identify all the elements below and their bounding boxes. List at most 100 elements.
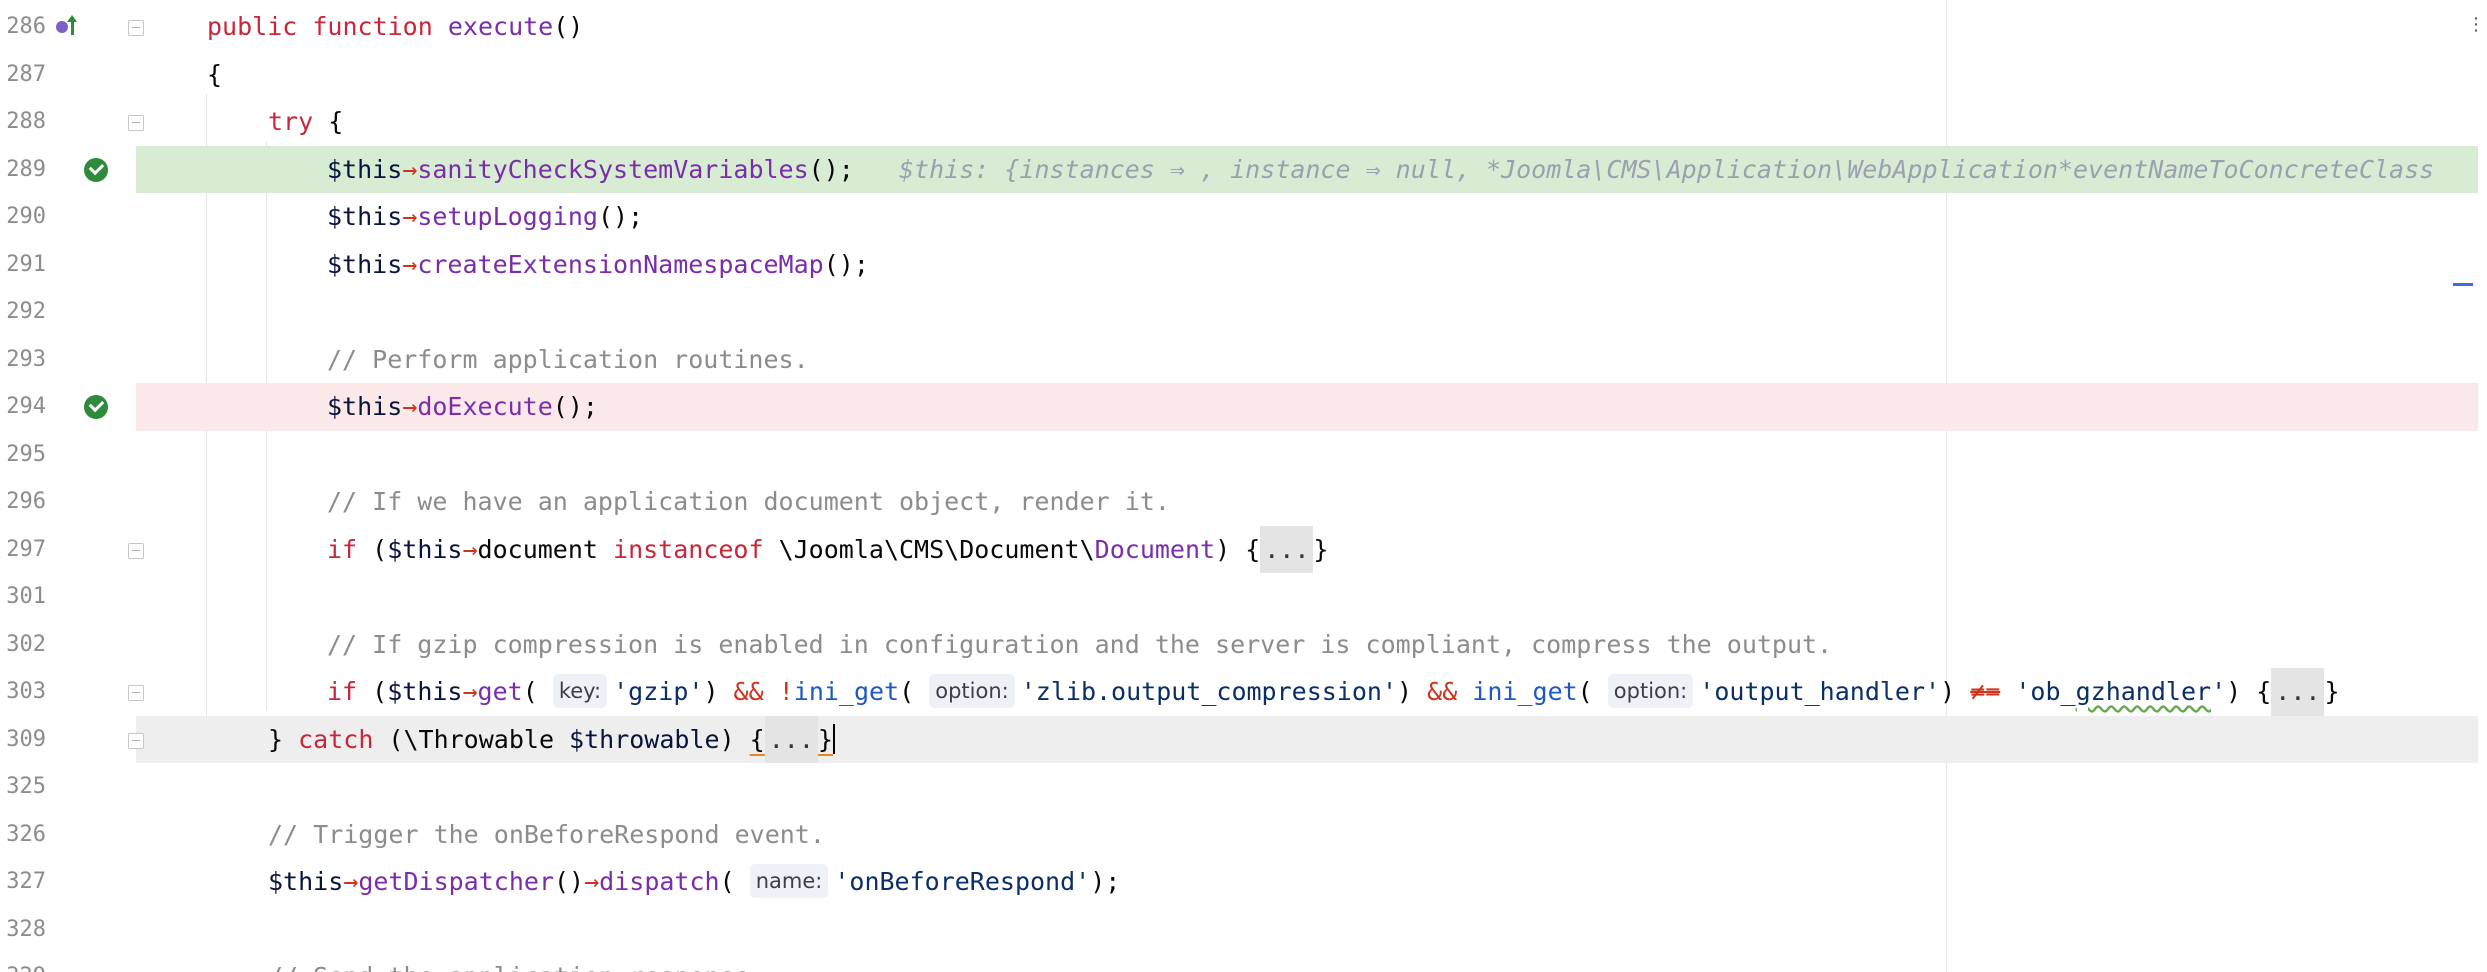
code-line[interactable]: 302 // If gzip compression is enabled in … — [0, 621, 2478, 669]
code-text[interactable]: if ($this→get( key:'gzip') && !ini_get( … — [327, 668, 2340, 716]
code-text[interactable]: } catch (\Throwable $throwable) {...} — [268, 715, 835, 763]
line-number[interactable]: 286 — [0, 3, 46, 51]
code-token: (\Throwable — [373, 724, 570, 754]
line-number[interactable]: 292 — [0, 288, 46, 336]
breakpoint-verified-icon[interactable] — [84, 395, 108, 419]
code-line[interactable]: 286 public function execute() — [0, 3, 2478, 51]
line-number[interactable]: 309 — [0, 716, 46, 764]
code-token: ( — [357, 677, 388, 706]
code-line[interactable]: 291 $this→createExtensionNamespaceMap(); — [0, 241, 2478, 289]
code-token: ( — [1577, 677, 1608, 706]
fold-toggle-icon[interactable] — [128, 20, 144, 36]
code-token: () — [554, 867, 585, 896]
code-token: ≠= — [1970, 677, 2001, 706]
fold-toggle-icon[interactable] — [128, 115, 144, 131]
code-line[interactable]: 325 — [0, 763, 2478, 811]
code-line[interactable]: 326 // Trigger the onBeforeRespond event. — [0, 811, 2478, 859]
line-number[interactable]: 289 — [0, 146, 46, 194]
code-line[interactable]: 290 $this→setupLogging(); — [0, 193, 2478, 241]
line-number[interactable]: 291 — [0, 241, 46, 289]
code-text[interactable]: // Perform application routines. — [327, 336, 809, 384]
line-number[interactable]: 302 — [0, 621, 46, 669]
line-number[interactable]: 296 — [0, 478, 46, 526]
line-number[interactable]: 293 — [0, 336, 46, 384]
folded-region[interactable]: ... — [764, 715, 818, 763]
interface-dot-icon — [56, 21, 68, 33]
code-line[interactable]: 303 if ($this→get( key:'gzip') && !ini_ge… — [0, 668, 2478, 716]
code-text[interactable]: $this→setupLogging(); — [327, 193, 643, 241]
folded-region[interactable]: ... — [2271, 668, 2325, 716]
code-line[interactable]: 287 { — [0, 51, 2478, 99]
code-text[interactable]: // Send the application response. — [268, 953, 765, 972]
code-line[interactable]: 289 $this→sanityCheckSystemVariables(); $… — [0, 145, 2478, 194]
code-line[interactable]: 293 // Perform application routines. — [0, 336, 2478, 384]
code-line[interactable]: 329 // Send the application response. — [0, 953, 2478, 972]
line-number[interactable]: 303 — [0, 668, 46, 716]
code-line[interactable]: 327 $this→getDispatcher()→dispatch( name:… — [0, 858, 2478, 906]
code-text[interactable]: // If we have an application document ob… — [327, 478, 1170, 526]
breakpoint-verified-icon[interactable] — [84, 157, 108, 182]
code-line[interactable]: 295 — [0, 431, 2478, 479]
code-line[interactable]: 309 } catch (\Throwable $throwable) {...} — [0, 715, 2478, 764]
code-line[interactable]: 328 — [0, 906, 2478, 954]
code-text[interactable]: if ($this→document instanceof \Joomla\CM… — [327, 525, 1328, 573]
code-text[interactable]: public function execute() — [207, 3, 583, 51]
code-line[interactable]: 296 // If we have an application document… — [0, 478, 2478, 526]
line-number[interactable]: 290 — [0, 193, 46, 241]
fold-toggle-icon[interactable] — [128, 732, 144, 749]
line-highlight — [136, 51, 2478, 99]
code-token: 'zlib.output_compression' — [1020, 677, 1398, 706]
code-text[interactable]: $this→doExecute(); — [327, 383, 598, 431]
line-number[interactable]: 288 — [0, 98, 46, 146]
code-token: Document — [1094, 534, 1216, 564]
code-token: 'onBeforeRespond' — [834, 867, 1091, 896]
folded-region[interactable]: ... — [1260, 525, 1314, 573]
line-number[interactable]: 325 — [0, 763, 46, 811]
code-line[interactable]: 297 if ($this→document instanceof \Joomla… — [0, 525, 2478, 574]
code-token: { — [207, 59, 223, 89]
fold-toggle-icon[interactable] — [128, 685, 144, 701]
code-line[interactable]: 292 — [0, 288, 2478, 336]
line-number[interactable]: 295 — [0, 431, 46, 479]
line-number[interactable]: 329 — [0, 953, 46, 972]
code-token: ) — [1397, 677, 1428, 706]
parameter-hint: name: — [749, 864, 829, 898]
code-token: → — [462, 677, 478, 706]
line-number[interactable]: 297 — [0, 526, 46, 574]
line-number[interactable]: 328 — [0, 906, 46, 954]
fold-toggle-icon[interactable] — [128, 542, 144, 559]
code-text[interactable]: $this→sanityCheckSystemVariables(); $thi… — [327, 146, 2434, 194]
code-token: ini_get — [793, 677, 900, 706]
code-text[interactable]: // Trigger the onBeforeRespond event. — [268, 811, 825, 859]
code-token: () — [553, 12, 584, 41]
code-token: catch — [298, 724, 374, 754]
implements-method-icon[interactable] — [56, 15, 82, 37]
code-token: $this — [268, 867, 344, 896]
line-number[interactable]: 327 — [0, 858, 46, 906]
code-text[interactable]: $this→createExtensionNamespaceMap(); — [327, 241, 869, 289]
code-text[interactable]: // If gzip compression is enabled in con… — [327, 621, 1832, 669]
code-token: → — [402, 249, 418, 279]
code-text[interactable]: $this→getDispatcher()→dispatch( name:'on… — [268, 858, 1120, 906]
code-token: getDispatcher — [358, 867, 554, 896]
code-token: && — [1427, 677, 1458, 706]
line-highlight — [136, 763, 2478, 811]
code-token: ( — [899, 677, 930, 706]
line-number[interactable]: 326 — [0, 811, 46, 859]
code-editor[interactable]: ⋮ 286 public function execute() 287{288 try… — [0, 0, 2487, 972]
code-line[interactable]: 294 $this→doExecute(); — [0, 383, 2478, 431]
code-line[interactable]: 301 — [0, 573, 2478, 621]
code-token: } — [2324, 677, 2340, 706]
code-text[interactable]: try { — [268, 98, 343, 146]
line-number[interactable]: 294 — [0, 383, 46, 431]
code-line[interactable]: 288 try { — [0, 98, 2478, 146]
code-token: { — [313, 107, 344, 136]
line-number[interactable]: 287 — [0, 51, 46, 99]
code-text[interactable]: { — [207, 51, 222, 99]
line-number[interactable]: 301 — [0, 573, 46, 621]
code-token: // Trigger the onBeforeRespond event. — [268, 819, 825, 849]
code-token: // Send the application response. — [268, 962, 765, 972]
